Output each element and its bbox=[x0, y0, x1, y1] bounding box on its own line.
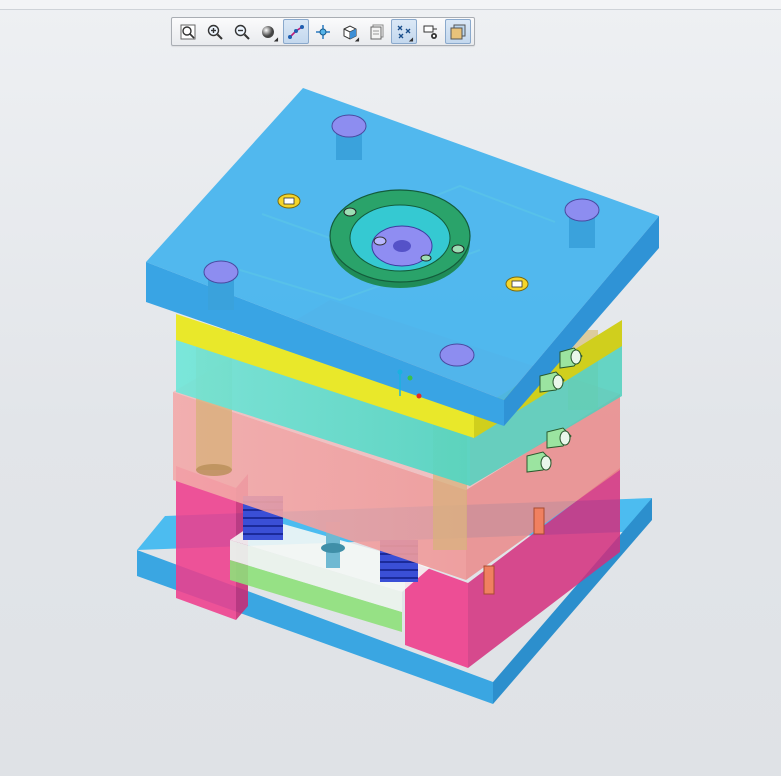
guide-pin-cap-rear-left bbox=[331, 114, 367, 160]
guide-pin-cap-rear-right bbox=[564, 198, 600, 248]
graphics-viewport[interactable] bbox=[0, 0, 781, 776]
bolt-head-left bbox=[277, 193, 301, 209]
guide-pin-cap-front-right bbox=[439, 343, 475, 367]
guide-pin-cap-front-left bbox=[203, 260, 239, 310]
mold-assembly-model[interactable] bbox=[0, 0, 781, 776]
locating-ring bbox=[329, 189, 471, 288]
bolt-head-right bbox=[505, 276, 529, 292]
